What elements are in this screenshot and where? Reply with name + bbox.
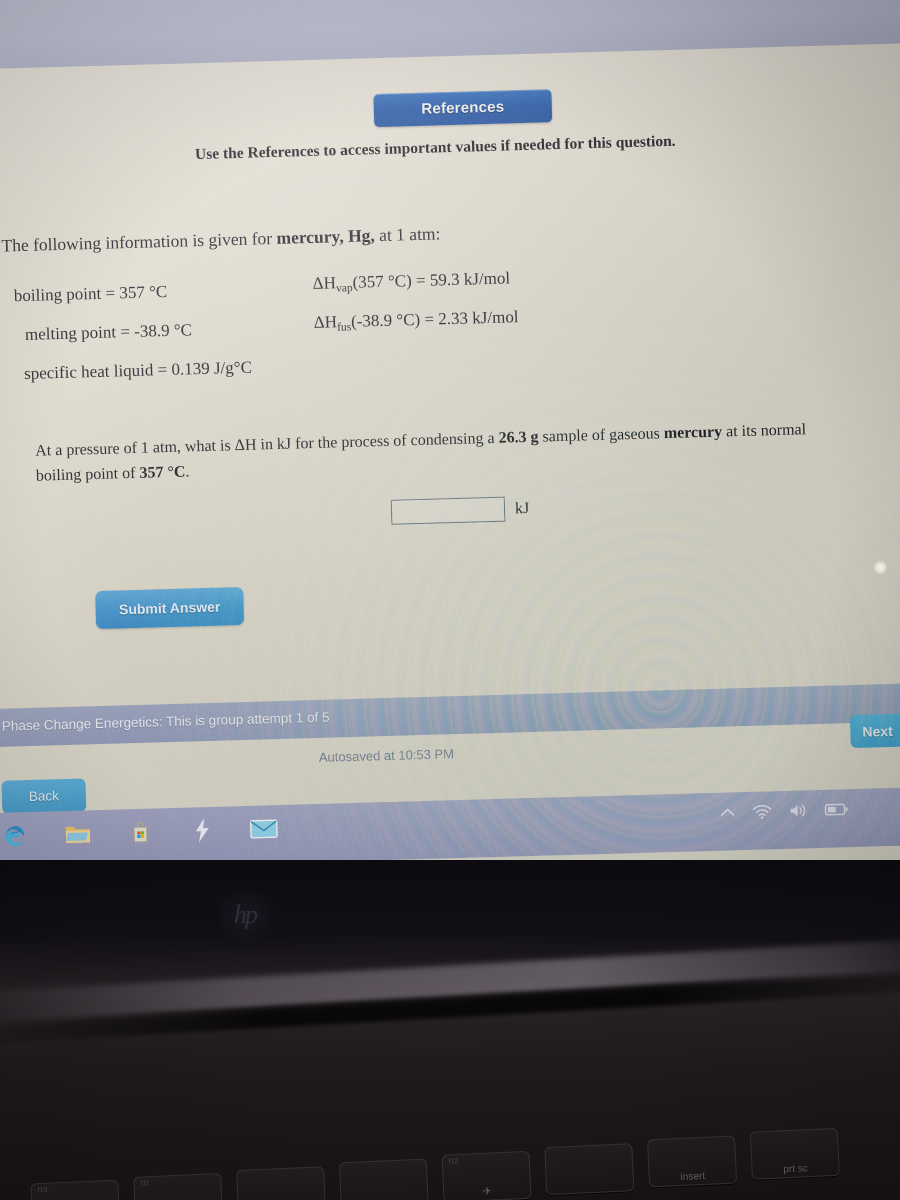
key-f11-label: f11 [140,1180,150,1188]
edge-icon[interactable] [1,820,32,851]
key-insert[interactable]: insert [647,1135,738,1188]
submit-answer-button[interactable]: Submit Answer [95,586,245,630]
lightning-app-icon[interactable] [186,815,217,846]
key-blank-c[interactable] [544,1143,635,1196]
wifi-icon[interactable] [752,804,772,820]
microsoft-store-icon[interactable] [124,817,155,848]
key-f12-airplane[interactable]: f12 ✈ [441,1150,532,1200]
key-print-screen[interactable]: prt sc [749,1127,840,1180]
dh-fus-value: (-38.9 °C) = 2.33 kJ/mol [350,307,519,331]
dh-vap-value: (357 °C) = 59.3 kJ/mol [352,268,511,292]
photo-of-laptop-screen: References Use the References to access … [0,0,900,1200]
answer-row: kJ [390,496,530,525]
battery-icon[interactable] [824,802,848,817]
intro-suffix: at 1 atm: [374,223,441,246]
references-hint-text: Use the References to access important v… [194,132,676,164]
key-f10-label: f10 [37,1186,48,1195]
laptop-screen: References Use the References to access … [0,0,900,872]
screen-content-rotated: References Use the References to access … [0,0,900,872]
fact-boiling-point: boiling point = 357 °C [13,281,168,306]
autosaved-status: Autosaved at 10:53 PM [318,746,455,765]
key-f10-play-pause[interactable]: f10 ▶‖ [30,1179,121,1200]
fact-enthalpy-vaporization: ΔHvap(357 °C) = 59.3 kJ/mol [312,268,510,295]
hp-logo: hp [212,890,278,940]
answer-input[interactable] [390,496,506,525]
answer-unit-label: kJ [514,499,530,517]
file-explorer-icon[interactable] [63,818,94,849]
airplane-icon: ✈ [482,1185,493,1198]
question-page: References Use the References to access … [0,43,900,872]
intro-prefix: The following information is given for [1,227,277,256]
key-f11-next-track[interactable]: f11 ▶▶│ [133,1172,224,1200]
dh-fus-subscript: fus [336,320,352,334]
volume-icon[interactable] [788,802,807,819]
intro-substance: mercury, Hg, [276,225,376,248]
fact-specific-heat: specific heat liquid = 0.139 J/g°C [23,357,253,384]
references-button[interactable]: References [373,89,553,128]
key-insert-label: insert [680,1170,706,1184]
key-blank-b[interactable] [338,1158,429,1200]
property-list: boiling point = 357 °C melting point = -… [0,261,900,383]
dh-vap-subscript: vap [335,281,353,295]
fact-enthalpy-fusion: ΔHfus(-38.9 °C) = 2.33 kJ/mol [313,307,518,334]
dh-fus-symbol: ΔH [313,312,338,332]
key-f12-label: f12 [448,1158,459,1166]
show-hidden-icons-chevron-icon[interactable] [719,806,735,818]
key-blank-a[interactable] [236,1166,327,1200]
key-prtsc-label: prt sc [783,1163,808,1176]
question-text: At a pressure of 1 atm, what is ΔH in kJ… [34,421,807,485]
next-button[interactable]: Next [849,712,900,749]
dh-vap-symbol: ΔH [312,273,337,293]
back-button[interactable]: Back [1,778,87,814]
intro-line: The following information is given for m… [1,223,440,256]
fact-melting-point: melting point = -38.9 °C [24,320,193,344]
mail-icon[interactable] [248,813,279,844]
